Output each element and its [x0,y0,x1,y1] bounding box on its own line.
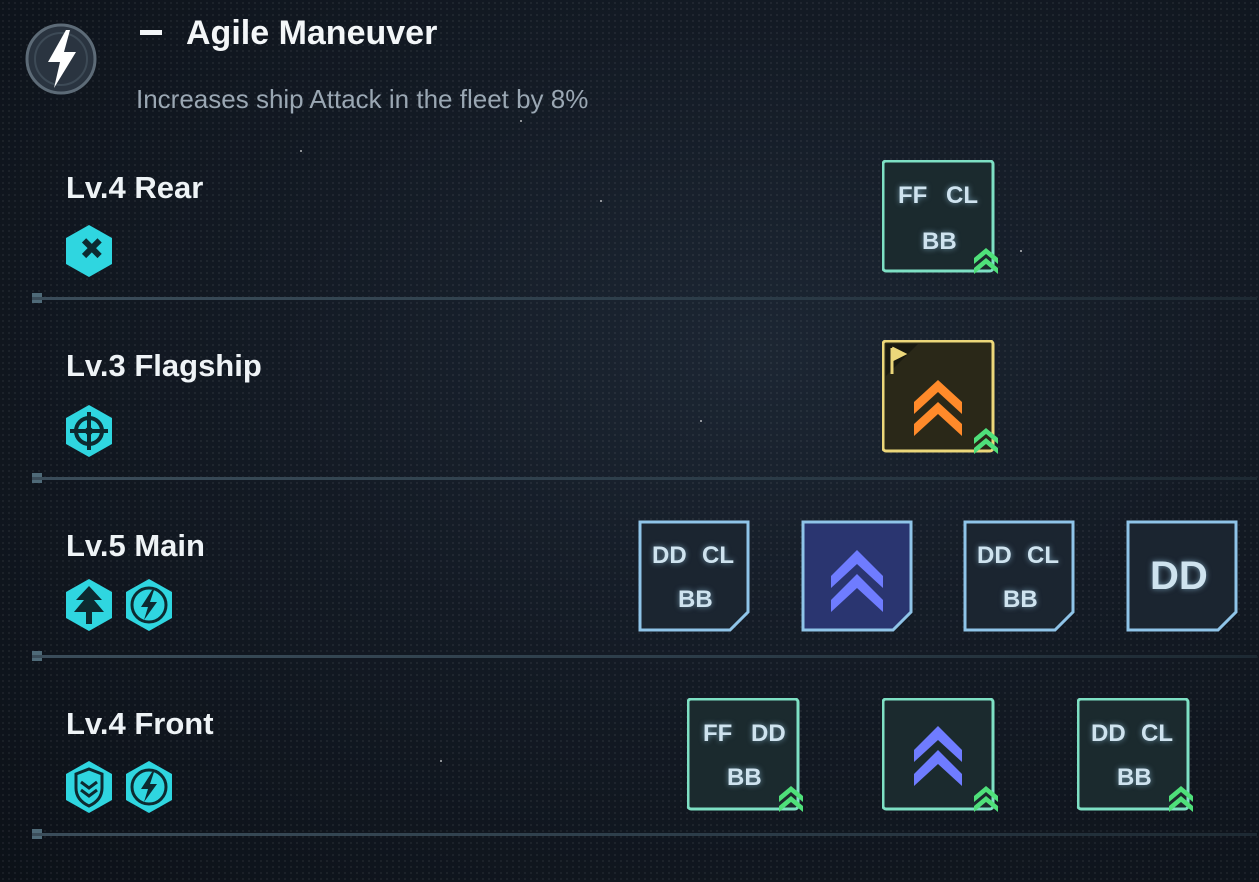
row-divider [32,297,1257,300]
card-frame [882,340,998,454]
ship-type-tag: DD [977,542,1012,569]
ship-type-tag: BB [678,586,713,613]
hex-shield-icon[interactable] [64,760,114,814]
row-label: Lv.3 Flagship [66,348,262,383]
row-label: Lv.4 Rear [66,170,204,205]
row-label: Lv.4 Front [66,706,214,741]
background-star [520,120,522,122]
ship-type-tag: CL [946,182,978,209]
ship-slot-card[interactable]: FF DD BB [687,698,803,812]
hex-crosshair-icon[interactable] [64,404,114,458]
ship-type-tag: DD [1091,720,1126,747]
hex-tree-icon[interactable] [64,578,114,632]
card-frame [882,160,998,274]
hex-cross-icon[interactable] [64,224,114,278]
ship-type-tag: FF [898,182,928,209]
ship-type-tag: BB [1117,764,1152,791]
card-frame [1077,698,1193,812]
card-frame [687,698,803,812]
formation-row-main: Lv.5 Main DD CL BB DD CL BB DD [0,520,1259,700]
ship-slot-card[interactable]: DD [1126,520,1238,632]
attack-boost-card[interactable] [801,520,913,632]
row-divider [32,655,1257,658]
formation-row-flagship: Lv.3 Flagship [0,340,1259,520]
card-frame [638,520,750,632]
hex-lightning-icon[interactable] [124,760,174,814]
card-frame [963,520,1075,632]
formation-row-rear: Lv.4 Rear FF CL BB [0,160,1259,340]
formation-row-front: Lv.4 Front FF DD BB DD CL BB [0,698,1259,878]
ship-type-tag: CL [702,542,734,569]
ship-type-tag: DD [652,542,687,569]
background-star [300,150,302,152]
card-frame [882,698,998,812]
lightning-icon [25,23,97,95]
ship-type-tag: CL [1141,720,1173,747]
row-divider [32,477,1257,480]
ship-type-tag: DD [751,720,786,747]
ship-type-tag: BB [922,228,957,255]
ship-type-tag: BB [1003,586,1038,613]
ship-type-tag: FF [703,720,733,747]
row-divider [32,833,1257,836]
collapse-dash-icon[interactable] [140,30,162,35]
flagship-slot-card[interactable] [882,340,998,454]
ship-type-tag: DD [1150,554,1208,598]
ship-slot-card[interactable]: DD CL BB [1077,698,1193,812]
card-frame [801,520,913,632]
ship-slot-card[interactable]: DD CL BB [963,520,1075,632]
skill-title: Agile Maneuver [186,14,438,52]
ship-slot-card[interactable]: FF CL BB [882,160,998,274]
hex-lightning-icon[interactable] [124,578,174,632]
ship-type-tag: BB [727,764,762,791]
skill-description: Increases ship Attack in the fleet by 8% [136,84,589,114]
ship-slot-card[interactable]: DD CL BB [638,520,750,632]
ship-type-tag: CL [1027,542,1059,569]
row-label: Lv.5 Main [66,528,205,563]
attack-boost-card[interactable] [882,698,998,812]
